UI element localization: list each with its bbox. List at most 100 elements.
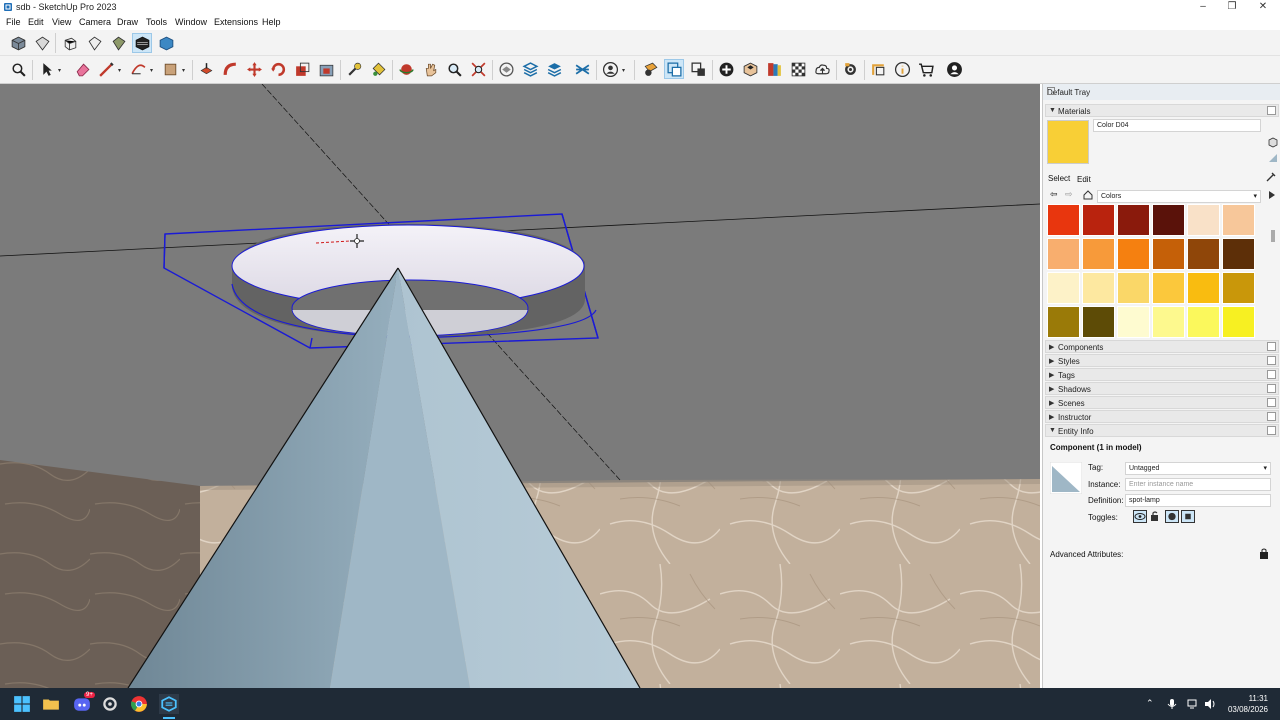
back-arrow-icon[interactable]: ⇦ bbox=[1050, 189, 1058, 200]
scale-tool-icon[interactable] bbox=[292, 59, 312, 79]
material-swatch[interactable] bbox=[1047, 272, 1080, 304]
panel-close-icon[interactable] bbox=[1267, 106, 1276, 115]
instructor-panel-header[interactable]: ▶ Instructor bbox=[1045, 410, 1279, 423]
account-dropdown-icon[interactable]: ▾ bbox=[622, 67, 625, 74]
paint-bucket-icon[interactable] bbox=[368, 59, 388, 79]
line-tool-icon[interactable] bbox=[96, 59, 116, 79]
zoom-extents-icon[interactable] bbox=[8, 59, 28, 79]
iso-view-icon[interactable] bbox=[8, 33, 28, 53]
zoom-tool-icon[interactable] bbox=[444, 59, 464, 79]
top-view-icon[interactable] bbox=[32, 33, 52, 53]
materials-panel-header[interactable]: ▼ Materials bbox=[1045, 104, 1279, 117]
material-swatch[interactable] bbox=[1047, 238, 1080, 270]
extension-settings-icon[interactable] bbox=[840, 59, 860, 79]
tray-chevron-icon[interactable]: ⌃ bbox=[1146, 698, 1154, 709]
visibility-toggle-icon[interactable] bbox=[1133, 510, 1147, 523]
forward-arrow-icon[interactable]: ⇨ bbox=[1065, 189, 1073, 200]
material-library-select[interactable]: Colors ▾ bbox=[1097, 190, 1261, 203]
section-plane-icon[interactable] bbox=[640, 59, 660, 79]
file-explorer-icon[interactable] bbox=[41, 694, 61, 714]
advanced-attributes-lock-icon[interactable] bbox=[1259, 548, 1269, 559]
material-swatch[interactable] bbox=[1082, 306, 1115, 338]
rotate-tool-icon[interactable] bbox=[268, 59, 288, 79]
arc-dropdown-icon[interactable]: ▾ bbox=[150, 67, 153, 74]
eraser-tool-icon[interactable] bbox=[72, 59, 92, 79]
material-swatch[interactable] bbox=[1082, 272, 1115, 304]
eyedropper-icon[interactable] bbox=[1265, 171, 1277, 183]
scenes-panel-header[interactable]: ▶ Scenes bbox=[1045, 396, 1279, 409]
push-pull-tool-icon[interactable] bbox=[196, 59, 216, 79]
select-tool-icon[interactable] bbox=[36, 59, 56, 79]
drawing-viewport[interactable] bbox=[0, 84, 1040, 688]
volume-icon[interactable] bbox=[1204, 698, 1216, 710]
menu-edit[interactable]: Edit bbox=[28, 17, 44, 27]
menu-draw[interactable]: Draw bbox=[117, 17, 138, 27]
close-button[interactable]: ✕ bbox=[1246, 0, 1280, 14]
menu-extensions[interactable]: Extensions bbox=[214, 17, 258, 27]
network-icon[interactable] bbox=[1186, 698, 1198, 710]
line-dropdown-icon[interactable]: ▾ bbox=[118, 67, 121, 74]
orbit-tool-icon[interactable] bbox=[396, 59, 416, 79]
settings-app-icon[interactable] bbox=[100, 694, 120, 714]
tab-select[interactable]: Select bbox=[1048, 174, 1070, 183]
follow-me-tool-icon[interactable] bbox=[220, 59, 240, 79]
chrome-icon[interactable] bbox=[129, 694, 149, 714]
user-profile-icon[interactable] bbox=[944, 59, 964, 79]
cast-shadows-toggle-icon[interactable] bbox=[1181, 510, 1195, 523]
material-swatch[interactable] bbox=[1152, 272, 1185, 304]
cart-icon[interactable] bbox=[916, 59, 936, 79]
material-swatch[interactable] bbox=[1152, 306, 1185, 338]
offset-tool-icon[interactable] bbox=[316, 59, 336, 79]
display-section-planes-icon[interactable] bbox=[664, 59, 684, 79]
display-section-cuts-icon[interactable] bbox=[688, 59, 708, 79]
entity-info-panel-header[interactable]: ▼ Entity Info bbox=[1045, 424, 1279, 437]
tape-measure-icon[interactable] bbox=[344, 59, 364, 79]
select-dropdown-icon[interactable]: ▾ bbox=[58, 67, 61, 74]
bottom-view-icon[interactable] bbox=[156, 33, 176, 53]
menu-tools[interactable]: Tools bbox=[146, 17, 167, 27]
material-library-icon[interactable] bbox=[764, 59, 784, 79]
material-swatch[interactable] bbox=[1187, 272, 1220, 304]
menu-camera[interactable]: Camera bbox=[79, 17, 111, 27]
material-swatch[interactable] bbox=[1082, 204, 1115, 236]
windows-start-icon[interactable] bbox=[12, 694, 32, 714]
zoom-extents-tool-icon[interactable] bbox=[468, 59, 488, 79]
pan-tool-icon[interactable] bbox=[420, 59, 440, 79]
material-swatch[interactable] bbox=[1152, 204, 1185, 236]
account-icon[interactable] bbox=[600, 59, 620, 79]
maximize-button[interactable]: ❐ bbox=[1215, 0, 1249, 14]
material-swatch[interactable] bbox=[1117, 204, 1150, 236]
tray-close-icon[interactable] bbox=[1047, 87, 1055, 95]
create-material-icon[interactable] bbox=[1267, 136, 1279, 148]
tag-select[interactable]: Untagged ▾ bbox=[1125, 462, 1271, 475]
material-swatch[interactable] bbox=[1222, 204, 1255, 236]
add-location-icon[interactable] bbox=[716, 59, 736, 79]
material-swatch[interactable] bbox=[1152, 238, 1185, 270]
move-tool-icon[interactable] bbox=[244, 59, 264, 79]
right-view-icon[interactable] bbox=[84, 33, 104, 53]
instance-name-input[interactable]: Enter instance name bbox=[1125, 478, 1271, 491]
shape-dropdown-icon[interactable]: ▾ bbox=[182, 67, 185, 74]
material-swatch[interactable] bbox=[1082, 238, 1115, 270]
material-swatch[interactable] bbox=[1222, 238, 1255, 270]
back-view-icon[interactable] bbox=[108, 33, 128, 53]
menu-file[interactable]: File bbox=[6, 17, 21, 27]
receive-shadows-toggle-icon[interactable] bbox=[1165, 510, 1179, 523]
material-swatch[interactable] bbox=[1187, 238, 1220, 270]
microphone-icon[interactable] bbox=[1166, 698, 1178, 710]
arc-tool-icon[interactable] bbox=[128, 59, 148, 79]
material-swatch[interactable] bbox=[1187, 204, 1220, 236]
swatch-scrollbar[interactable] bbox=[1271, 230, 1275, 242]
material-swatch[interactable] bbox=[1047, 306, 1080, 338]
definition-name-field[interactable]: spot-lamp bbox=[1125, 494, 1271, 507]
shadows-panel-header[interactable]: ▶ Shadows bbox=[1045, 382, 1279, 395]
profile-builder-icon[interactable] bbox=[868, 59, 888, 79]
lock-toggle-icon[interactable] bbox=[1149, 510, 1163, 523]
tags-panel-header[interactable]: ▶ Tags bbox=[1045, 368, 1279, 381]
menu-window[interactable]: Window bbox=[175, 17, 207, 27]
details-arrow-icon[interactable] bbox=[1267, 190, 1277, 200]
extension-manager-icon[interactable] bbox=[572, 59, 592, 79]
warehouse-3d-icon[interactable] bbox=[496, 59, 516, 79]
extension-warehouse-icon[interactable] bbox=[520, 59, 540, 79]
rectangle-tool-icon[interactable] bbox=[160, 59, 180, 79]
